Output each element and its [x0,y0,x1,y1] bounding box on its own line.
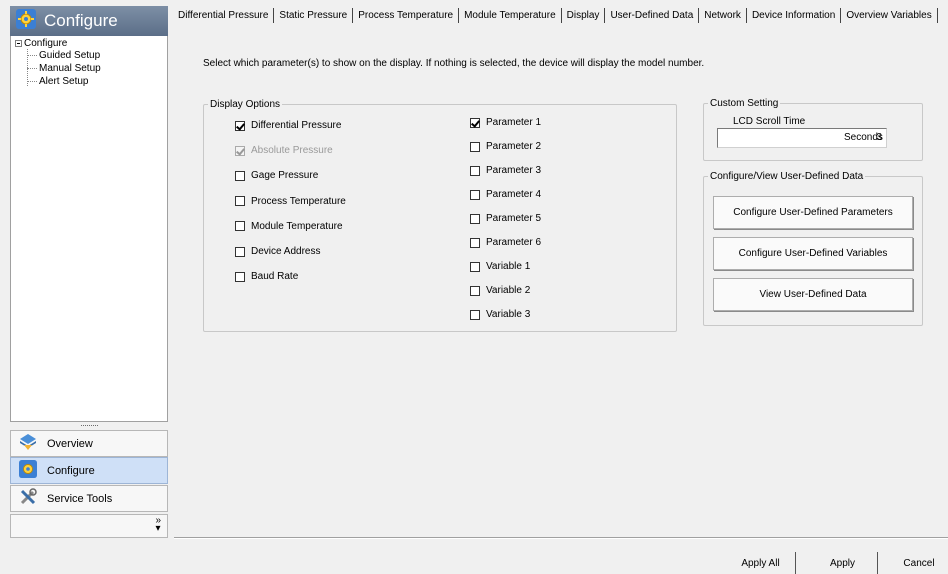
checkbox-box[interactable] [235,120,245,131]
cancel-button[interactable]: Cancel [890,552,948,574]
display-parameter-2-checkbox[interactable]: Parameter 2 [470,141,541,152]
display-device-address-checkbox[interactable]: Device Address [235,246,320,257]
checkbox-label: Parameter 6 [486,237,542,248]
checkbox-box[interactable] [470,261,480,272]
tab-module-temperature[interactable]: Module Temperature [459,8,562,23]
checkbox-box[interactable] [235,246,245,257]
display-absolute-pressure-checkbox: Absolute Pressure [235,145,333,156]
tree-root-configure[interactable]: Configure [15,38,67,49]
checkbox-label: Process Temperature [251,195,346,207]
apply-button[interactable]: Apply [808,552,878,574]
checkbox-label: Variable 1 [486,261,531,272]
left-panel-title: Configure [44,11,118,30]
footer-divider [174,537,948,539]
tab-process-temperature[interactable]: Process Temperature [353,8,460,23]
checkbox-label: Parameter 2 [486,141,542,152]
display-parameter-3-checkbox[interactable]: Parameter 3 [470,165,541,176]
user-defined-data-legend: Configure/View User-Defined Data [710,171,864,182]
display-variable-3-checkbox[interactable]: Variable 3 [470,309,530,320]
checkbox-label: Parameter 5 [486,213,542,224]
display-variable-1-checkbox[interactable]: Variable 1 [470,261,530,272]
display-module-temperature-checkbox[interactable]: Module Temperature [235,221,343,232]
display-parameter-5-checkbox[interactable]: Parameter 5 [470,213,541,224]
tab-differential-pressure[interactable]: Differential Pressure [174,8,275,23]
tools-icon [19,488,37,509]
tab-display[interactable]: Display [562,8,606,23]
display-differential-pressure-checkbox[interactable]: Differential Pressure [235,120,341,131]
checkbox-box[interactable] [470,165,480,176]
gear-icon [16,8,36,34]
display-parameter-6-checkbox[interactable]: Parameter 6 [470,237,541,248]
checkbox-label: Gage Pressure [251,170,319,182]
display-parameter-4-checkbox[interactable]: Parameter 4 [470,189,541,200]
checkbox-label: Variable 3 [486,309,531,320]
gear-icon [19,460,37,481]
checkbox-label: Device Address [251,246,321,257]
tree-item-label: Guided Setup [39,50,101,61]
display-variable-2-checkbox[interactable]: Variable 2 [470,285,530,296]
navigation-tree: Configure Guided Setup Manual Setup Aler… [10,36,168,422]
checkbox-label: Baud Rate [251,271,299,283]
display-options-legend: Display Options [210,99,281,110]
checkbox-box[interactable] [470,309,480,320]
checkbox-box[interactable] [235,196,245,207]
checkbox-box[interactable] [470,237,480,248]
chevron-more-icon: » ▾ [155,515,161,534]
tab-network[interactable]: Network [699,8,747,23]
tree-item-label: Alert Setup [39,76,89,87]
display-parameter-1-checkbox[interactable]: Parameter 1 [470,117,541,128]
lcd-scroll-time-unit: Seconds [844,132,883,143]
checkbox-label: Differential Pressure [251,120,342,131]
checkbox-box[interactable] [470,117,480,128]
nav-service-tools-label: Service Tools [47,492,113,505]
overview-icon [19,433,37,454]
checkbox-box[interactable] [470,285,480,296]
tree-item-guided-setup[interactable]: Guided Setup [27,50,100,61]
display-gage-pressure-checkbox[interactable]: Gage Pressure [235,170,318,181]
checkbox-label: Module Temperature [251,220,343,232]
lcd-scroll-time-label: LCD Scroll Time [733,116,806,127]
tab-device-information[interactable]: Device Information [747,8,842,23]
tab-static-pressure[interactable]: Static Pressure [274,8,354,23]
nav-configure-label: Configure [47,464,95,477]
configure-user-defined-parameters-button[interactable]: Configure User-Defined Parameters [713,196,913,229]
tree-item-manual-setup[interactable]: Manual Setup [27,63,101,74]
tree-item-alert-setup[interactable]: Alert Setup [27,76,88,87]
tab-strip: Differential Pressure Static Pressure Pr… [174,8,938,26]
tab-user-defined-data[interactable]: User-Defined Data [605,8,700,23]
checkbox-box[interactable] [470,213,480,224]
configure-user-defined-variables-button[interactable]: Configure User-Defined Variables [713,237,913,270]
checkbox-label: Parameter 3 [486,165,542,176]
display-options-group: Display Options [203,99,677,332]
nav-more-button[interactable]: » ▾ [10,514,168,538]
nav-overview[interactable]: Overview [10,430,168,457]
checkbox-label: Parameter 1 [486,117,542,128]
checkbox-box[interactable] [470,189,480,200]
more-glyph: » [155,515,161,526]
nav-service-tools[interactable]: Service Tools [10,485,168,512]
checkbox-box[interactable] [235,271,245,282]
view-user-defined-data-button[interactable]: View User-Defined Data [713,278,913,311]
tree-root-label: Configure [24,38,68,49]
left-panel-header: Configure [10,6,168,36]
checkbox-label: Absolute Pressure [251,145,333,157]
checkbox-box [235,145,245,156]
checkbox-label: Variable 2 [486,285,531,296]
nav-configure[interactable]: Configure [10,457,168,484]
tab-overview-variables[interactable]: Overview Variables [841,8,938,23]
tree-item-label: Manual Setup [39,63,101,74]
apply-all-button[interactable]: Apply All [726,552,796,574]
display-process-temperature-checkbox[interactable]: Process Temperature [235,196,346,207]
checkbox-label: Parameter 4 [486,189,542,200]
instructions-text: Select which parameter(s) to show on the… [203,58,705,69]
collapse-icon[interactable] [15,40,22,47]
nav-overview-label: Overview [47,437,93,450]
checkbox-box[interactable] [235,170,245,181]
checkbox-box[interactable] [235,221,245,232]
display-baud-rate-checkbox[interactable]: Baud Rate [235,271,298,282]
custom-setting-legend: Custom Setting [710,98,779,109]
panel-splitter[interactable]: ········· [10,421,168,430]
checkbox-box[interactable] [470,141,480,152]
